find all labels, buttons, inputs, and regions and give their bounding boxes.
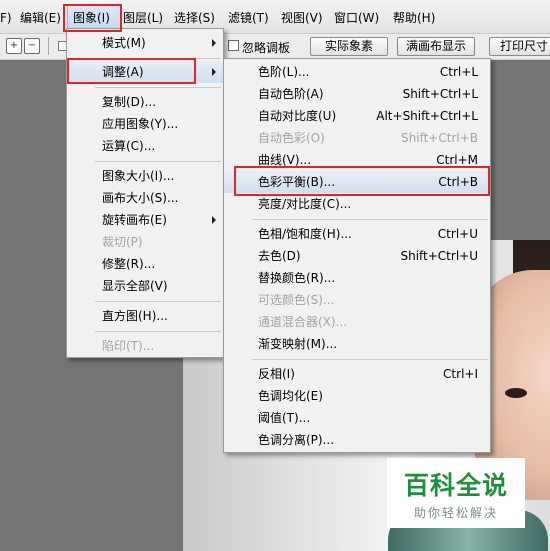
menu-item-label: 自动色彩(O)	[258, 131, 325, 145]
menu-item-label: 通道混合器(X)...	[258, 315, 348, 329]
menu-item-label: 替换颜色(R)...	[258, 271, 336, 285]
watermark-subtitle: 助你轻松解决	[413, 506, 498, 520]
menu-item-label: 画布大小(S)...	[102, 191, 179, 205]
shortcut-label: Ctrl+U	[437, 227, 478, 241]
fit-screen-button[interactable]: 满画布显示	[397, 37, 475, 56]
menu-item-rotate-canvas[interactable]: 旋转画布(E)	[67, 209, 223, 231]
menu-item-trim[interactable]: 修整(R)...	[67, 253, 223, 275]
submenu-arrow-icon	[212, 216, 216, 224]
menu-file[interactable]: F)	[0, 9, 12, 27]
ignore-palettes-label: 忽略调板	[242, 41, 291, 55]
menu-item-label: 曲线(V)...	[258, 153, 312, 167]
menu-separator	[252, 219, 488, 220]
menu-view[interactable]: 视图(V)	[281, 9, 323, 27]
menu-item-label: 模式(M)	[102, 36, 146, 50]
menu-item-threshold[interactable]: 阈值(T)...	[224, 407, 490, 429]
shortcut-label: Shift+Ctrl+B	[401, 131, 478, 145]
menu-item-calculations[interactable]: 运算(C)...	[67, 135, 223, 157]
menu-item-crop: 裁切(P)	[67, 231, 223, 253]
photo-eye	[505, 388, 527, 398]
menu-item-label: 自动对比度(U)	[258, 109, 337, 123]
shortcut-label: Ctrl+I	[443, 367, 478, 381]
menu-item-histogram[interactable]: 直方图(H)...	[67, 305, 223, 327]
menu-item-apply-image[interactable]: 应用图象(Y)...	[67, 113, 223, 135]
menu-item-gradient-map[interactable]: 渐变映射(M)...	[224, 333, 490, 355]
menu-item-label: 陷印(T)...	[102, 339, 155, 353]
options-separator	[48, 37, 49, 55]
menu-item-canvas-size[interactable]: 画布大小(S)...	[67, 187, 223, 209]
watermark-title: 百科全说	[403, 471, 508, 500]
menu-item-hue-saturation[interactable]: 色相/饱和度(H)... Ctrl+U	[224, 223, 490, 245]
print-size-button[interactable]: 打印尺寸	[489, 37, 550, 56]
menu-item-label: 直方图(H)...	[102, 309, 168, 323]
zoom-in-icon[interactable]: +	[6, 38, 22, 54]
shortcut-label: Alt+Shift+Ctrl+L	[376, 109, 478, 123]
menu-item-label: 色阶(L)...	[258, 65, 310, 79]
menu-item-replace-color[interactable]: 替换颜色(R)...	[224, 267, 490, 289]
menu-item-label: 色相/饱和度(H)...	[258, 227, 352, 241]
menu-item-label: 裁切(P)	[102, 235, 143, 249]
menu-separator	[95, 301, 221, 302]
menu-item-channel-mixer: 通道混合器(X)...	[224, 311, 490, 333]
menu-item-label: 复制(D)...	[102, 95, 157, 109]
menu-separator	[252, 359, 488, 360]
menu-item-label: 色调均化(E)	[258, 389, 323, 403]
menu-item-posterize[interactable]: 色调分离(P)...	[224, 429, 490, 451]
menu-select[interactable]: 选择(S)	[174, 9, 215, 27]
menu-separator	[95, 331, 221, 332]
menu-item-label: 修整(R)...	[102, 257, 156, 271]
watermark-logo: 百科全说 助你轻松解决	[387, 458, 525, 528]
submenu-arrow-icon	[212, 68, 216, 76]
menu-item-label: 去色(D)	[258, 249, 301, 263]
menu-item-auto-color: 自动色彩(O) Shift+Ctrl+B	[224, 127, 490, 149]
menu-window[interactable]: 窗口(W)	[334, 9, 379, 27]
menu-item-label: 亮度/对比度(C)...	[258, 197, 352, 211]
menu-separator	[95, 87, 221, 88]
menu-layer[interactable]: 图层(L)	[123, 9, 163, 27]
menu-item-mode[interactable]: 模式(M)	[67, 32, 223, 54]
menu-separator	[95, 161, 221, 162]
ignore-palettes-checkbox[interactable]	[228, 40, 239, 51]
menu-item-levels[interactable]: 色阶(L)... Ctrl+L	[224, 61, 490, 83]
menu-help[interactable]: 帮助(H)	[393, 9, 435, 27]
menu-item-label: 应用图象(Y)...	[102, 117, 179, 131]
menu-item-selective-color: 可选颜色(S)...	[224, 289, 490, 311]
menu-item-invert[interactable]: 反相(I) Ctrl+I	[224, 363, 490, 385]
menu-item-label: 反相(I)	[258, 367, 295, 381]
highlight-box-image-menu	[63, 4, 122, 32]
menu-item-reveal-all[interactable]: 显示全部(V)	[67, 275, 223, 297]
menu-item-label: 图象大小(I)...	[102, 169, 175, 183]
highlight-box-adjust	[67, 58, 196, 84]
highlight-box-color-balance	[234, 166, 490, 196]
menu-item-label: 阈值(T)...	[258, 411, 311, 425]
menu-item-image-size[interactable]: 图象大小(I)...	[67, 165, 223, 187]
shortcut-label: Shift+Ctrl+L	[402, 87, 478, 101]
menu-item-label: 色调分离(P)...	[258, 433, 335, 447]
menu-filter[interactable]: 滤镜(T)	[228, 9, 269, 27]
menu-item-label: 自动色阶(A)	[258, 87, 324, 101]
menu-item-auto-levels[interactable]: 自动色阶(A) Shift+Ctrl+L	[224, 83, 490, 105]
menu-item-label: 可选颜色(S)...	[258, 293, 335, 307]
menu-item-label: 旋转画布(E)	[102, 213, 167, 227]
menu-item-desaturate[interactable]: 去色(D) Shift+Ctrl+U	[224, 245, 490, 267]
menu-edit[interactable]: 编辑(E)	[20, 9, 61, 27]
menu-item-trap: 陷印(T)...	[67, 335, 223, 357]
submenu-arrow-icon	[212, 39, 216, 47]
menu-item-label: 运算(C)...	[102, 139, 156, 153]
menu-item-auto-contrast[interactable]: 自动对比度(U) Alt+Shift+Ctrl+L	[224, 105, 490, 127]
menu-item-label: 渐变映射(M)...	[258, 337, 338, 351]
shortcut-label: Shift+Ctrl+U	[400, 249, 478, 263]
adjust-submenu: 色阶(L)... Ctrl+L 自动色阶(A) Shift+Ctrl+L 自动对比度…	[223, 58, 491, 453]
menu-item-equalize[interactable]: 色调均化(E)	[224, 385, 490, 407]
shortcut-label: Ctrl+L	[439, 65, 478, 79]
menu-item-brightness-contrast[interactable]: 亮度/对比度(C)...	[224, 193, 490, 215]
actual-pixels-button[interactable]: 实际象素	[310, 37, 388, 56]
zoom-out-icon[interactable]: −	[24, 38, 40, 54]
menu-item-label: 显示全部(V)	[102, 279, 168, 293]
menu-item-duplicate[interactable]: 复制(D)...	[67, 91, 223, 113]
